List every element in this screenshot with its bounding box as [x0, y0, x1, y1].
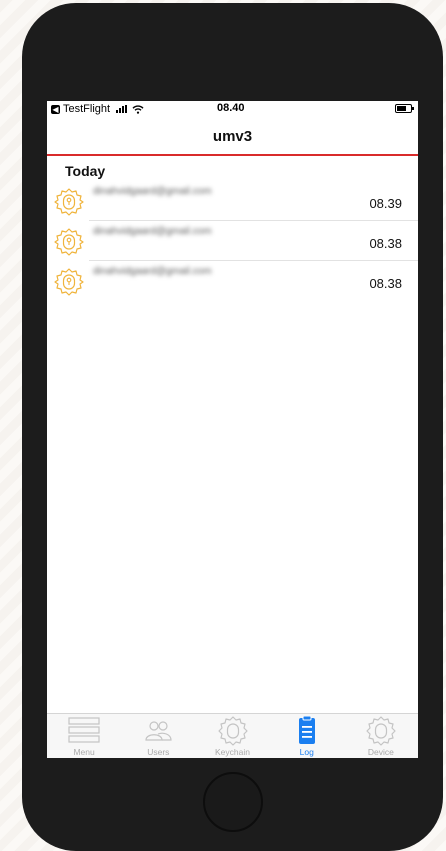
row-email: dinahvidgaard@gmail.com — [93, 186, 212, 197]
cellular-signal-icon — [116, 105, 128, 113]
tab-device[interactable]: Device — [344, 714, 418, 758]
menu-icon — [68, 717, 100, 743]
row-time: 08.38 — [369, 236, 402, 251]
tab-label: Users — [147, 747, 170, 757]
back-app-label: TestFlight — [63, 103, 111, 115]
tab-log[interactable]: Log — [270, 714, 344, 758]
wifi-icon — [132, 104, 144, 114]
back-to-app[interactable]: ◀ TestFlight — [51, 103, 144, 115]
tab-label: Menu — [73, 747, 95, 757]
row-email: dinahvidgaard@gmail.com — [93, 226, 212, 237]
device-gear-icon — [366, 716, 396, 746]
tab-bar: Menu Users Keychain Log Device — [47, 713, 418, 758]
navigation-bar: umv3 — [47, 118, 418, 156]
home-button[interactable] — [203, 772, 263, 832]
keychain-gear-icon — [217, 716, 248, 746]
log-row[interactable]: dinahvidgaard@gmail.com 08.38 — [47, 221, 418, 261]
tab-label: Log — [299, 747, 314, 757]
tab-menu[interactable]: Menu — [47, 714, 121, 758]
back-arrow-icon: ◀ — [51, 104, 60, 114]
row-email: dinahvidgaard@gmail.com — [93, 266, 212, 277]
app-screen: ◀ TestFlight 08.40 umv3 Today dinahvidga… — [47, 101, 418, 758]
tab-label: Device — [367, 747, 394, 757]
users-icon — [145, 721, 172, 741]
tab-users[interactable]: Users — [121, 714, 195, 758]
tab-keychain[interactable]: Keychain — [195, 714, 269, 758]
page-title: umv3 — [212, 128, 253, 145]
log-clipboard-icon — [298, 716, 315, 744]
status-bar: ◀ TestFlight 08.40 — [47, 101, 418, 117]
tab-label: Keychain — [215, 747, 250, 757]
status-time: 08.40 — [217, 102, 245, 114]
row-time: 08.38 — [369, 276, 402, 291]
keyhole-gear-icon — [54, 228, 84, 256]
keyhole-gear-icon — [54, 188, 84, 216]
log-row[interactable]: dinahvidgaard@gmail.com 08.38 — [47, 261, 418, 301]
row-time: 08.39 — [369, 196, 402, 211]
log-row[interactable]: dinahvidgaard@gmail.com 08.39 — [47, 181, 418, 221]
keyhole-gear-icon — [54, 268, 84, 296]
section-header-today: Today — [65, 163, 106, 179]
battery-icon — [395, 104, 414, 113]
